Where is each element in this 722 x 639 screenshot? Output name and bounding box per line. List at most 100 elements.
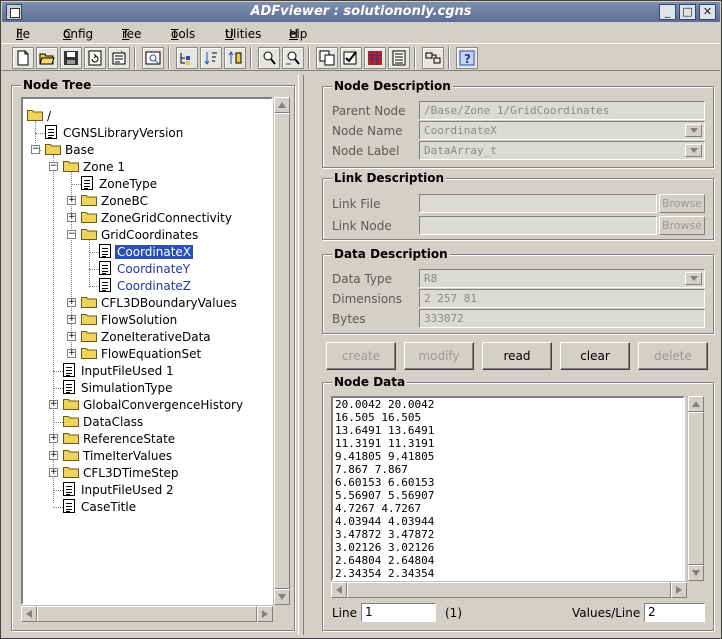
bytes-field: 333072 [419, 309, 705, 328]
line-count: (1) [445, 606, 462, 620]
read-button[interactable]: read [482, 342, 552, 370]
parent-node-label: Parent Node [332, 104, 406, 118]
expand-icon[interactable]: + [67, 298, 76, 307]
node-label-label: Node Label [332, 144, 400, 158]
chevron-down-icon[interactable] [685, 144, 702, 157]
expand-icon[interactable]: + [67, 315, 76, 324]
maximize-button[interactable]: □ [679, 4, 696, 20]
svg-text:?: ? [464, 52, 471, 66]
data-line: 2.64804 2.64804 [335, 554, 435, 567]
tree-vertical-scrollbar[interactable] [273, 97, 290, 605]
modify-button[interactable]: modify [404, 342, 474, 370]
scroll-left-icon[interactable] [21, 606, 37, 622]
scroll-down-icon[interactable] [688, 565, 704, 581]
expand-icon[interactable]: + [49, 400, 58, 409]
node-data-vertical-scroll-thumb[interactable] [688, 412, 704, 565]
scroll-up-icon[interactable] [274, 97, 290, 113]
create-button[interactable]: create [326, 342, 396, 370]
chevron-down-icon[interactable] [685, 272, 702, 285]
adfviewer-window: ADFviewer : solutiononly.cgns _ □ ✕ File… [0, 0, 722, 639]
expand-icon[interactable]: + [49, 468, 58, 477]
minimize-button[interactable]: _ [659, 4, 676, 20]
clear-button[interactable]: clear [560, 342, 630, 370]
scroll-left-icon[interactable] [331, 582, 347, 598]
delete-button[interactable]: delete [638, 342, 708, 370]
check-icon[interactable] [340, 47, 362, 69]
menu-bar: File Config Tree Tools Utilities Help [16, 27, 308, 41]
view-file-icon[interactable] [142, 47, 164, 69]
expand-icon[interactable]: + [67, 349, 76, 358]
properties-icon[interactable] [108, 47, 130, 69]
open-folder-icon[interactable] [36, 47, 58, 69]
help-icon[interactable]: ? [456, 47, 478, 69]
tree-horizontal-scroll-thumb[interactable] [37, 606, 257, 622]
find-next-icon[interactable] [282, 47, 304, 69]
link-icon[interactable] [422, 47, 444, 69]
scroll-right-icon[interactable] [257, 606, 273, 622]
tree-order-icon[interactable] [224, 47, 246, 69]
expand-icon[interactable]: + [67, 196, 76, 205]
link-file-label: Link File [332, 197, 381, 211]
expand-icon[interactable]: + [67, 332, 76, 341]
document-icon [63, 363, 75, 377]
node-name-label: Node Name [332, 124, 403, 138]
expand-icon[interactable]: + [49, 451, 58, 460]
node-label-field[interactable]: DataArray_t [419, 141, 705, 160]
tree-vertical-scroll-thumb[interactable] [274, 113, 290, 589]
values-per-line-input[interactable]: 2 [644, 603, 705, 622]
document-icon [99, 261, 111, 275]
values-per-line-label: Values/Line [572, 606, 641, 620]
data-line: 9.41805 9.41805 [335, 450, 435, 463]
copy-node-icon[interactable] [316, 47, 338, 69]
link-file-browse-button[interactable]: Browse [659, 194, 705, 213]
link-file-field[interactable] [419, 194, 657, 213]
data-type-label: Data Type [332, 272, 393, 286]
list-icon[interactable] [388, 47, 410, 69]
document-icon [81, 176, 93, 190]
node-label-value: DataArray_t [424, 144, 497, 157]
expand-icon[interactable]: + [67, 213, 76, 222]
tree-sort-icon[interactable] [200, 47, 222, 69]
collapse-icon[interactable]: − [31, 145, 40, 154]
scroll-down-icon[interactable] [274, 589, 290, 605]
document-icon [63, 499, 75, 513]
tree-horizontal-scrollbar[interactable] [21, 605, 273, 622]
data-line: 7.867 7.867 [335, 463, 408, 476]
close-button[interactable]: ✕ [699, 4, 716, 20]
tree-expand-icon[interactable] [176, 47, 198, 69]
data-line: 2.34354 2.34354 [335, 567, 435, 580]
node-data-vertical-scrollbar[interactable] [687, 396, 704, 581]
node-data-horizontal-scroll-thumb[interactable] [347, 582, 671, 598]
title-bar[interactable]: ADFviewer : solutiononly.cgns _ □ ✕ [2, 2, 720, 22]
chevron-down-icon[interactable] [685, 124, 702, 137]
data-grid-icon[interactable] [364, 47, 386, 69]
toolbar: ? [2, 43, 720, 71]
node-data-horizontal-scrollbar[interactable] [331, 581, 687, 598]
scroll-right-icon[interactable] [671, 582, 687, 598]
panel-splitter[interactable] [298, 75, 304, 635]
new-file-icon[interactable] [12, 47, 34, 69]
reload-icon[interactable] [84, 47, 106, 69]
data-line: 4.7267 4.7267 [335, 502, 422, 515]
link-node-browse-button[interactable]: Browse [659, 216, 705, 235]
dimensions-field: 2 257 81 [419, 289, 705, 308]
save-icon[interactable] [60, 47, 82, 69]
document-icon [45, 125, 57, 139]
node-data-title: Node Data [332, 375, 408, 389]
link-node-field[interactable] [419, 216, 657, 235]
line-label: Line [332, 606, 358, 620]
document-icon [63, 482, 75, 496]
data-line: 11.3191 11.3191 [335, 437, 435, 450]
node-data-text-area[interactable]: 20.0042 20.0042 16.505 16.505 13.6491 13… [331, 396, 685, 581]
node-name-field[interactable]: CoordinateX [419, 121, 705, 140]
find-icon[interactable] [258, 47, 280, 69]
line-input[interactable]: 1 [361, 603, 436, 622]
scroll-up-icon[interactable] [688, 396, 704, 412]
collapse-icon[interactable]: − [67, 230, 76, 239]
document-icon [63, 380, 75, 394]
node-tree[interactable]: / CGNSLibraryVersion − Base − Zone 1 Zon… [21, 97, 273, 605]
data-type-field[interactable]: R8 [419, 269, 705, 288]
document-icon [99, 244, 111, 258]
collapse-icon[interactable]: − [49, 162, 58, 171]
expand-icon[interactable]: + [49, 434, 58, 443]
